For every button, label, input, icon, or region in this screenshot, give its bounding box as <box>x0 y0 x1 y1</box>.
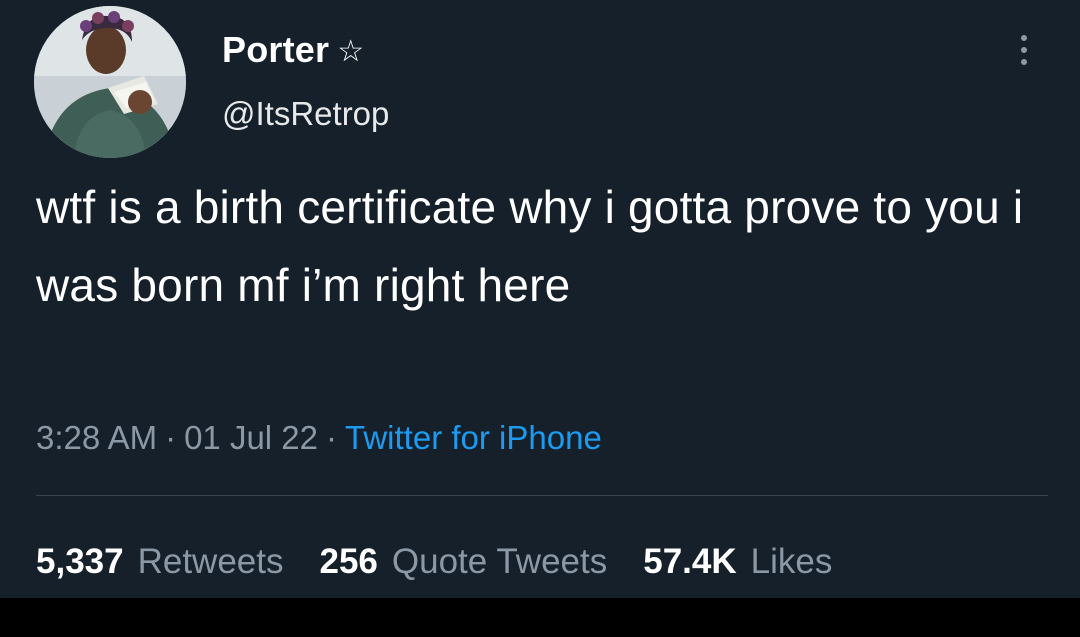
engagement-stats: 5,337 Retweets 256 Quote Tweets 57.4K Likes <box>36 538 832 586</box>
more-dot-3 <box>1021 59 1027 65</box>
likes-stat[interactable]: 57.4K Likes <box>643 538 832 586</box>
bottom-black-bar <box>0 598 1080 637</box>
tweet-text: wtf is a birth certificate why i gotta p… <box>36 181 1024 311</box>
more-dot-2 <box>1021 47 1027 53</box>
more-dot-1 <box>1021 35 1027 41</box>
meta-separator: · <box>165 419 177 456</box>
likes-label: Likes <box>750 542 833 581</box>
avatar-photo <box>34 6 186 158</box>
retweets-count: 5,337 <box>36 542 124 581</box>
quote-tweets-label: Quote Tweets <box>391 542 608 581</box>
tweet-time[interactable]: 3:28 AM <box>36 419 157 456</box>
likes-count: 57.4K <box>643 542 737 581</box>
retweets-stat[interactable]: 5,337 Retweets <box>36 538 284 586</box>
star-icon: ☆ <box>337 35 365 68</box>
tweet-card: Porter ☆ @ItsRetrop wtf is a birth certi… <box>0 0 1080 598</box>
display-name[interactable]: Porter <box>222 28 329 72</box>
user-handle[interactable]: @ItsRetrop <box>222 94 389 134</box>
quote-tweets-count: 256 <box>319 542 378 581</box>
tweet-metadata: 3:28 AM · 01 Jul 22 · Twitter for iPhone <box>36 416 602 460</box>
meta-separator: · <box>326 419 338 456</box>
divider <box>36 495 1048 496</box>
more-options-icon[interactable] <box>1010 28 1038 72</box>
tweet-date[interactable]: 01 Jul 22 <box>184 419 318 456</box>
display-name-row[interactable]: Porter ☆ <box>222 28 364 72</box>
quote-tweets-stat[interactable]: 256 Quote Tweets <box>320 538 608 586</box>
retweets-label: Retweets <box>137 542 284 581</box>
avatar[interactable] <box>34 6 186 158</box>
tweet-source-link[interactable]: Twitter for iPhone <box>345 419 602 456</box>
